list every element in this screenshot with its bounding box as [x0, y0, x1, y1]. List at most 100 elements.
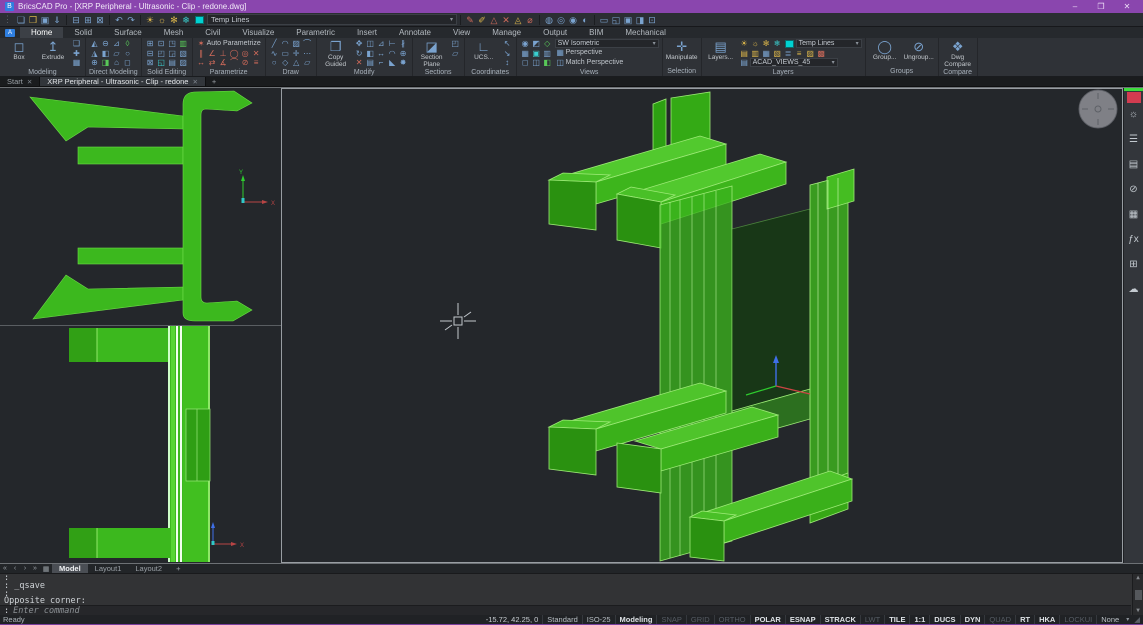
- selection-modes[interactable]: None: [1096, 615, 1123, 624]
- dm-rotate-icon[interactable]: ◭: [89, 39, 100, 49]
- layer-unisolate-icon[interactable]: ▥: [750, 49, 761, 59]
- layout-icon[interactable]: ◱: [610, 14, 622, 26]
- se-intersect-icon[interactable]: ⊠: [145, 58, 156, 68]
- hatch-draw-icon[interactable]: ▨: [291, 39, 302, 49]
- tab-home[interactable]: Home: [20, 27, 63, 38]
- save-as-icon[interactable]: ⇓: [51, 14, 63, 26]
- share-icon[interactable]: ◎: [555, 14, 567, 26]
- pc-tangent-icon[interactable]: ◯: [229, 49, 240, 59]
- dm-taper-icon[interactable]: ⊿: [111, 39, 122, 49]
- tab-visualize[interactable]: Visualize: [231, 27, 285, 38]
- scrollbar-thumb[interactable]: [1135, 590, 1142, 600]
- stretch-icon[interactable]: ↔: [376, 49, 387, 59]
- viewport-bottom-left[interactable]: X: [0, 326, 281, 563]
- ucs-face-icon[interactable]: ↘: [502, 49, 513, 59]
- doc-tab-start[interactable]: Start✕: [0, 77, 40, 86]
- tab-output[interactable]: Output: [532, 27, 578, 38]
- ucs-button[interactable]: ∟UCS...: [468, 39, 500, 61]
- split-icon[interactable]: ◨: [634, 14, 646, 26]
- viewport-main[interactable]: [281, 88, 1123, 563]
- dm-add-icon[interactable]: ⊕: [89, 58, 100, 68]
- navigation-wheel[interactable]: [1079, 90, 1117, 128]
- close-tab-icon[interactable]: ✕: [192, 78, 197, 86]
- view-left-icon[interactable]: ◫: [531, 58, 542, 68]
- layer-state-icon[interactable]: ≣: [783, 49, 794, 59]
- view-top-icon[interactable]: ◉: [520, 39, 531, 49]
- se-imprint-icon[interactable]: ⊡: [156, 39, 167, 49]
- toggle-dyn[interactable]: DYN: [960, 615, 985, 624]
- attachments-icon[interactable]: ⊘: [1129, 184, 1137, 196]
- dm-fillet-icon[interactable]: ◊: [122, 39, 133, 49]
- toggle-tile[interactable]: TILE: [884, 615, 909, 624]
- layout-last-button[interactable]: »: [30, 565, 40, 572]
- command-input[interactable]: : Enter command: [0, 605, 1131, 615]
- ucs-world-icon[interactable]: ↖: [502, 39, 513, 49]
- trim-icon[interactable]: ⌐: [376, 58, 387, 68]
- tab-civil[interactable]: Civil: [194, 27, 231, 38]
- pc-concentric-icon[interactable]: ◎: [240, 49, 251, 59]
- slice-icon[interactable]: ▦: [71, 58, 82, 68]
- angle-icon[interactable]: ◬: [512, 14, 524, 26]
- measure-icon[interactable]: △: [488, 14, 500, 26]
- ribbon-layer-dropdown[interactable]: Temp Lines ▾: [796, 39, 862, 48]
- annotation-scale[interactable]: 1:1: [909, 615, 929, 624]
- explode-icon[interactable]: ✸: [398, 58, 409, 68]
- se-shade-icon[interactable]: ▧: [178, 49, 189, 59]
- scroll-up-icon[interactable]: ▲: [1136, 574, 1140, 582]
- manipulate-button[interactable]: ✛Manipulate: [666, 39, 698, 61]
- layer-merge-icon[interactable]: ▨: [805, 49, 816, 59]
- dm-offset-icon[interactable]: ▱: [111, 49, 122, 59]
- view-right-icon[interactable]: ◻: [520, 58, 531, 68]
- layout-tab-model[interactable]: Model: [52, 564, 88, 573]
- group-button[interactable]: ◯Group...: [869, 39, 901, 61]
- pd-angular-icon[interactable]: ∡: [218, 58, 229, 68]
- layout-first-button[interactable]: «: [0, 565, 10, 572]
- region-icon[interactable]: ▱: [302, 58, 313, 68]
- fx-parameters-icon[interactable]: ƒx: [1128, 234, 1139, 246]
- tab-annotate[interactable]: Annotate: [388, 27, 442, 38]
- layout-tab-layout2[interactable]: Layout2: [128, 564, 169, 573]
- polygon-icon[interactable]: △: [291, 58, 302, 68]
- toggle-esnap[interactable]: ESNAP: [785, 615, 820, 624]
- toggle-quad[interactable]: QUAD: [984, 615, 1015, 624]
- view-back-icon[interactable]: ▣: [531, 49, 542, 59]
- arc-icon[interactable]: ◠: [280, 39, 291, 49]
- dm-chamfer-icon[interactable]: ○: [122, 49, 133, 59]
- toggle-polar[interactable]: POLAR: [750, 615, 785, 624]
- layer-state-dropdown[interactable]: ACAD_VIEWS_45 ▾: [750, 58, 838, 67]
- rectangle-icon[interactable]: ▭: [280, 49, 291, 59]
- workspace-standard[interactable]: Standard: [542, 615, 581, 624]
- toggle-lockui[interactable]: LOCKUI: [1059, 615, 1096, 624]
- extrude-button[interactable]: ↥Extrude: [37, 39, 69, 61]
- circle-icon[interactable]: ○: [269, 58, 280, 68]
- new-document-tab-button[interactable]: +: [206, 77, 222, 86]
- globe-icon[interactable]: ◍: [543, 14, 555, 26]
- auto-parametrize-button[interactable]: ✶ Auto Parametrize: [196, 39, 262, 49]
- toggle-rt[interactable]: RT: [1015, 615, 1034, 624]
- view-bottom-icon[interactable]: ◇: [542, 39, 553, 49]
- toggle-hka[interactable]: HKA: [1034, 615, 1059, 624]
- view-front-icon[interactable]: ▦: [520, 49, 531, 59]
- view-preset-dropdown[interactable]: SW Isometric ▾: [555, 39, 659, 48]
- layers-button[interactable]: ▤Layers...: [705, 39, 737, 61]
- diameter-icon[interactable]: ⌀: [524, 14, 536, 26]
- line-icon[interactable]: ╱: [269, 39, 280, 49]
- tab-surface[interactable]: Surface: [103, 27, 153, 38]
- properties-filter-icon[interactable]: ☰: [1129, 134, 1138, 146]
- tab-parametric[interactable]: Parametric: [285, 27, 346, 38]
- structure-panel-icon[interactable]: ⊞: [1129, 259, 1137, 271]
- plot-icon[interactable]: ⊞: [82, 14, 94, 26]
- view-nw-icon[interactable]: ◧: [542, 58, 553, 68]
- layer-freeze-icon[interactable]: ☼: [156, 14, 168, 26]
- se-interfere-icon[interactable]: ◲: [167, 49, 178, 59]
- monitor-icon[interactable]: ▭: [598, 14, 610, 26]
- tab-manage[interactable]: Manage: [481, 27, 532, 38]
- tab-solid[interactable]: Solid: [63, 27, 103, 38]
- print-icon[interactable]: ⊟: [70, 14, 82, 26]
- tab-insert[interactable]: Insert: [346, 27, 388, 38]
- ray-icon[interactable]: ⋯: [302, 49, 313, 59]
- extend-icon[interactable]: ⊢: [387, 39, 398, 49]
- layer-plot-icon[interactable]: ❄: [180, 14, 192, 26]
- close-tab-icon[interactable]: ✕: [27, 78, 32, 86]
- push-pull-icon[interactable]: ✚: [71, 49, 82, 59]
